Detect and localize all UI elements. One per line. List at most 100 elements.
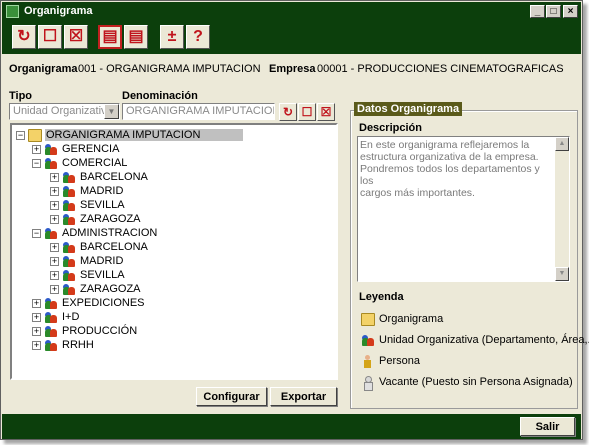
plus-minus-icon: ± [167,28,177,45]
org-unit-icon [44,339,58,352]
tipo-label: Tipo [9,90,33,102]
delete-button[interactable]: ☒ [64,25,88,49]
tree-node-label: RRHH [62,339,94,351]
app-icon [6,5,19,18]
denominacion-input[interactable]: ORGANIGRAMA IMPUTACION [122,103,275,120]
tree-node-label: SEVILLA [80,269,125,281]
org-tree[interactable]: − ORGANIGRAMA IMPUTACION + GERENCIA − COME… [10,123,338,380]
configurar-button[interactable]: Configurar [196,387,267,406]
empresa-label: Empresa [269,63,316,75]
expand-icon[interactable]: + [50,284,59,294]
org-unit-icon [44,143,58,156]
descripcion-line: En este organigrama reflejaremos la [360,139,530,151]
tree-node-label: ORGANIGRAMA IMPUTACION [45,129,243,141]
tree-node[interactable]: + ZARAGOZA [50,212,142,226]
org-unit-icon [361,334,375,347]
folder-icon [28,128,42,142]
expand-icon[interactable]: + [32,144,41,154]
tree-refresh-button[interactable]: ↻ [279,103,297,121]
expand-icon[interactable]: + [32,340,41,350]
empresa-value: 00001 - PRODUCCIONES CINEMATOGRAFICAS [317,63,564,75]
report-button[interactable]: ▤ [98,25,122,49]
tree-node[interactable]: − ADMINISTRACION [32,226,158,240]
expand-icon[interactable]: + [50,256,59,266]
descripcion-scrollbar[interactable]: ▲ ▼ [555,137,569,281]
tree-node[interactable]: + BARCELONA [50,240,149,254]
delete-icon: ☒ [320,105,332,119]
list-button[interactable]: ▤ [124,25,148,49]
tree-node-label: COMERCIAL [62,157,128,169]
tree-node[interactable]: + I+D [32,310,80,324]
datos-organigrama-title: Datos Organigrama [354,102,463,116]
tree-node-label: GERENCIA [62,143,120,155]
org-unit-icon [44,311,58,324]
help-button[interactable]: ? [186,25,210,49]
tree-node[interactable]: + BARCELONA [50,170,149,184]
collapse-icon[interactable]: − [32,228,41,238]
maximize-button[interactable]: □ [546,5,561,18]
org-unit-icon [62,269,76,282]
tipo-select[interactable]: Unidad Organizativa ▼ [9,103,120,120]
tree-node[interactable]: + SEVILLA [50,268,126,282]
expand-icon[interactable]: + [50,200,59,210]
scroll-up-icon[interactable]: ▲ [555,137,569,151]
delete-icon: ☒ [68,28,84,45]
descripcion-textarea[interactable]: En este organigrama reflejaremos la estr… [357,136,570,282]
tree-node[interactable]: + GERENCIA [32,142,120,156]
legend-item: Vacante (Puesto sin Persona Asignada) [361,374,573,391]
expand-icon[interactable]: + [50,214,59,224]
toolbar: ↻ ☐ ☒ ▤ ▤ ± ? [2,21,581,54]
org-unit-icon [62,171,76,184]
org-unit-icon [62,213,76,226]
refresh-icon: ↻ [17,28,31,45]
expand-icon[interactable]: + [50,242,59,252]
legend-item: Unidad Organizativa (Departamento, Área,… [361,332,589,348]
tree-node[interactable]: + MADRID [50,184,124,198]
org-unit-icon [62,199,76,212]
tree-node-label: ZARAGOZA [80,283,141,295]
close-button[interactable]: × [563,5,578,18]
expand-icon[interactable]: + [32,298,41,308]
legend-label: Persona [379,355,420,367]
tree-node[interactable]: + EXPEDICIONES [32,296,146,310]
tree-node[interactable]: + ZARAGOZA [50,282,142,296]
title-bar[interactable]: Organigrama _ □ × [2,2,581,21]
denominacion-label: Denominación [122,90,198,102]
tree-node-label: ADMINISTRACION [62,227,158,239]
expand-icon[interactable]: + [50,172,59,182]
new-button[interactable]: ☐ [38,25,62,49]
descripcion-line: estructura organizativa de la empresa. [360,151,539,163]
tree-new-button[interactable]: ☐ [298,103,316,121]
tree-node-label: MADRID [80,185,124,197]
refresh-button[interactable]: ↻ [12,25,36,49]
tree-node[interactable]: + RRHH [32,338,95,352]
tree-node[interactable]: − COMERCIAL [32,156,128,170]
tree-node[interactable]: + PRODUCCIÓN [32,324,138,338]
leyenda-label: Leyenda [359,291,404,303]
new-icon: ☐ [301,105,313,119]
chevron-down-icon[interactable]: ▼ [104,104,119,119]
legend-label: Organigrama [379,313,444,325]
tree-node-label: PRODUCCIÓN [62,325,138,337]
plus-minus-button[interactable]: ± [160,25,184,49]
collapse-icon[interactable]: − [32,158,41,168]
organigrama-value: 001 - ORGANIGRAMA IMPUTACION [78,63,261,75]
scroll-down-icon[interactable]: ▼ [555,267,569,281]
expand-icon[interactable]: + [50,270,59,280]
expand-icon[interactable]: + [50,186,59,196]
status-bar: Salir [2,414,581,439]
expand-icon[interactable]: + [32,326,41,336]
expand-icon[interactable]: + [32,312,41,322]
folder-icon [361,312,375,326]
collapse-icon[interactable]: − [16,130,25,140]
tree-node-label: EXPEDICIONES [62,297,145,309]
tree-delete-button[interactable]: ☒ [317,103,335,121]
salir-button[interactable]: Salir [520,417,575,436]
exportar-button[interactable]: Exportar [270,387,337,406]
tree-node[interactable]: + SEVILLA [50,198,126,212]
organigrama-window: Organigrama _ □ × ↻ ☐ ☒ ▤ ▤ ± ? Organigr… [0,0,589,440]
minimize-button[interactable]: _ [530,5,545,18]
tipo-select-value: Unidad Organizativa [13,105,113,117]
tree-node[interactable]: + MADRID [50,254,124,268]
tree-root[interactable]: − ORGANIGRAMA IMPUTACION [16,128,243,142]
